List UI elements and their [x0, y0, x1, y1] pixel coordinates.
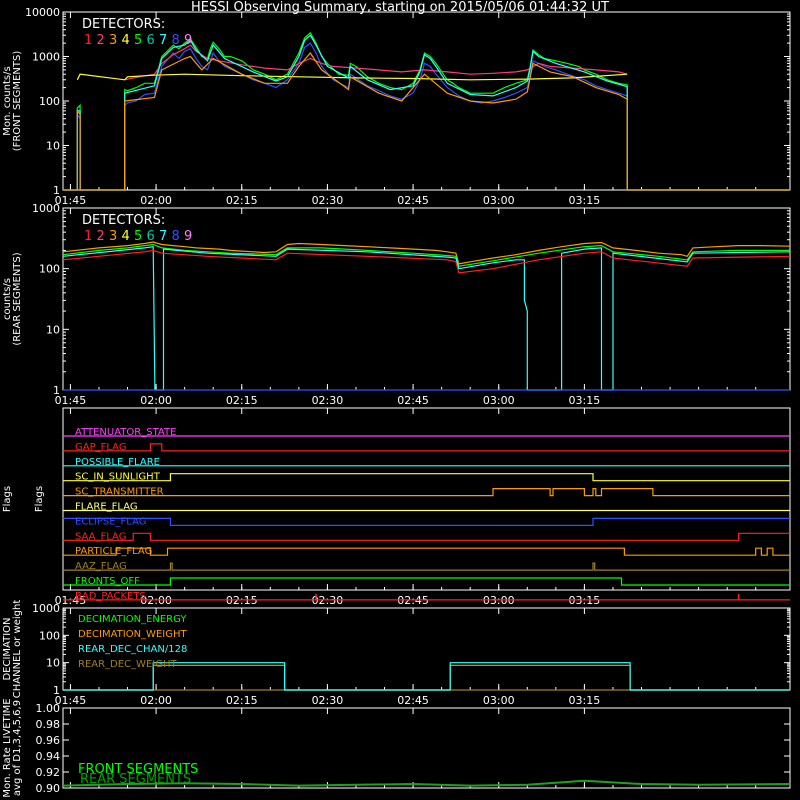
y-tick-label: 1000	[32, 202, 60, 215]
y-tick-label: 0.96	[36, 734, 61, 747]
series-line-front-4	[63, 34, 790, 191]
flag-line	[63, 517, 790, 526]
legend-item-9: 9	[184, 229, 192, 244]
legend-item-3: 3	[109, 33, 117, 48]
x-tick-label: 02:15	[226, 694, 258, 707]
y-tick-label: 100	[39, 263, 60, 276]
legend-item-7: 7	[159, 229, 167, 244]
x-tick-label: 02:45	[397, 394, 429, 407]
legend-item-9: 9	[184, 33, 192, 48]
decimation-label: DECIMATION_WEIGHT	[78, 629, 187, 640]
x-tick-label: 02:30	[312, 394, 344, 407]
series-line-front-5	[63, 52, 790, 191]
x-tick-label: 02:00	[140, 394, 172, 407]
legend-item-8: 8	[172, 229, 180, 244]
x-tick-label: 02:15	[226, 194, 258, 207]
y-tick-label: 1	[53, 384, 60, 397]
y-tick-label: 0.90	[36, 782, 61, 795]
decimation-label: REAR_DEC_CHAN/128	[78, 644, 187, 655]
y-axis-label: avg of D1,3,4,5,6,9	[12, 700, 23, 796]
observing-summary-chart: 01:45 02:00 02:15 02:30 02:45 03:00 03:1511010…	[2, 6, 791, 798]
flag-line	[63, 577, 790, 586]
flag-line	[63, 488, 790, 497]
y-tick-label: 10	[46, 140, 60, 153]
y-tick-label: 1.00	[36, 702, 61, 715]
x-tick-label: 02:15	[226, 394, 258, 407]
y-axis-label: (REAR SEGMENTS)	[12, 252, 23, 345]
y-axis-label: CHANNEL or weight	[12, 600, 23, 699]
x-tick-label: 03:00	[483, 694, 515, 707]
flags-axis-label: Flags	[34, 486, 45, 512]
x-tick-label: 02:45	[397, 694, 429, 707]
legend-item-4: 4	[122, 33, 130, 48]
legend-item-1: 1	[84, 229, 92, 244]
x-tick-label: 02:30	[312, 194, 344, 207]
y-tick-label: 1000	[32, 602, 60, 615]
y-tick-label: 10000	[25, 6, 60, 19]
y-tick-label: 1000	[32, 51, 60, 64]
decimation-label: DECIMATION_ENERGY	[78, 614, 187, 625]
x-tick-label: 03:15	[569, 394, 601, 407]
x-tick-label: 03:00	[483, 194, 515, 207]
livetime-label: REAR SEGMENTS	[80, 772, 191, 787]
legend-title: DETECTORS:	[82, 213, 165, 228]
x-tick-label: 02:45	[397, 194, 429, 207]
decimation-label: REAR_DEC_WEIGHT	[78, 659, 177, 670]
y-tick-label: 1	[53, 184, 60, 197]
flag-line	[63, 443, 790, 452]
legend-item-5: 5	[134, 229, 142, 244]
x-tick-label: 02:30	[312, 694, 344, 707]
flag-line	[63, 562, 790, 571]
y-tick-label: 0.92	[36, 766, 61, 779]
x-tick-label: 03:15	[569, 194, 601, 207]
x-tick-label: 02:00	[140, 194, 172, 207]
y-tick-label: 0.94	[36, 750, 61, 763]
legend-item-5: 5	[134, 33, 142, 48]
x-tick-label: 03:00	[483, 394, 515, 407]
x-tick-label: 02:00	[140, 694, 172, 707]
legend-item-2: 2	[97, 33, 105, 48]
y-tick-label: 0.98	[36, 718, 61, 731]
x-tick-label: 03:15	[569, 694, 601, 707]
legend-title: DETECTORS:	[82, 17, 165, 32]
legend-item-8: 8	[172, 33, 180, 48]
legend-item-1: 1	[84, 33, 92, 48]
y-tick-label: 1	[53, 684, 60, 697]
legend-item-4: 4	[122, 229, 130, 244]
series-line-rear-2	[62, 246, 791, 391]
flag-line	[63, 532, 790, 541]
y-axis-label: Flags	[2, 486, 13, 512]
legend-item-7: 7	[159, 33, 167, 48]
y-tick-label: 10	[46, 323, 60, 336]
y-tick-label: 10	[46, 657, 60, 670]
flag-line	[63, 473, 790, 482]
flag-line	[63, 547, 790, 556]
y-axis-label: (FRONT SEGMENTS)	[12, 51, 23, 152]
legend-item-6: 6	[147, 33, 155, 48]
legend-item-6: 6	[147, 229, 155, 244]
legend-item-3: 3	[109, 229, 117, 244]
legend-item-2: 2	[97, 229, 105, 244]
y-tick-label: 100	[39, 629, 60, 642]
y-tick-label: 100	[39, 95, 60, 108]
